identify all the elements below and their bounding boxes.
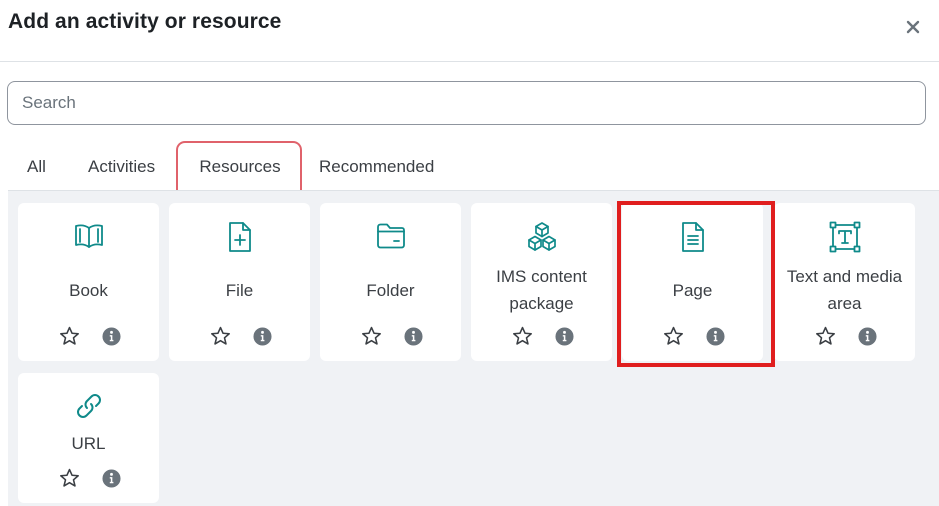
info-button[interactable]	[251, 325, 273, 347]
tab-recommended[interactable]: Recommended	[319, 140, 434, 190]
resource-card-ims-content-package[interactable]: IMS content package	[471, 203, 612, 361]
tab-all[interactable]: All	[27, 140, 46, 190]
star-outline-icon	[512, 326, 532, 345]
star-outline-icon	[210, 326, 230, 345]
resource-name: Page	[672, 280, 713, 300]
resource-name: File	[225, 280, 254, 300]
resource-name: URL	[71, 433, 106, 453]
resource-card-page[interactable]: Page	[622, 203, 763, 361]
info-button[interactable]	[553, 325, 575, 347]
star-button[interactable]	[58, 467, 80, 489]
link-icon	[18, 391, 159, 425]
star-outline-icon	[663, 326, 683, 345]
info-icon	[403, 326, 423, 346]
info-button[interactable]	[100, 325, 122, 347]
star-button[interactable]	[58, 325, 80, 347]
book-icon	[18, 221, 159, 255]
info-icon	[857, 326, 877, 346]
close-icon	[906, 20, 920, 34]
star-outline-icon	[815, 326, 835, 345]
info-icon	[705, 326, 725, 346]
file-plus-icon	[169, 221, 310, 255]
info-button[interactable]	[856, 325, 878, 347]
modal-title: Add an activity or resource	[8, 10, 282, 33]
info-button[interactable]	[100, 467, 122, 489]
star-button[interactable]	[209, 325, 231, 347]
tab-resources[interactable]: Resources	[178, 140, 302, 190]
star-button[interactable]	[360, 325, 382, 347]
search-input[interactable]	[7, 81, 926, 125]
info-button[interactable]	[704, 325, 726, 347]
info-icon	[252, 326, 272, 346]
info-icon	[101, 326, 121, 346]
star-button[interactable]	[662, 325, 684, 347]
info-button[interactable]	[402, 325, 424, 347]
resource-name: Folder	[366, 280, 415, 300]
resource-name: Text and media area	[786, 267, 903, 313]
star-button[interactable]	[814, 325, 836, 347]
resource-grid-panel: Book File Folder IMS content package Pag…	[8, 190, 939, 506]
close-button[interactable]	[900, 14, 926, 40]
resource-card-book[interactable]: Book	[18, 203, 159, 361]
resource-name: IMS content package	[496, 267, 587, 313]
resource-card-url[interactable]: URL	[18, 373, 159, 503]
folder-icon	[320, 221, 461, 255]
star-outline-icon	[59, 468, 79, 487]
tab-activities[interactable]: Activities	[88, 140, 155, 190]
resource-card-file[interactable]: File	[169, 203, 310, 361]
modal-header: Add an activity or resource	[0, 0, 939, 62]
cubes-icon	[471, 221, 612, 255]
resource-card-text-and-media-area[interactable]: Text and media area	[774, 203, 915, 361]
page-icon	[622, 221, 763, 255]
text-frame-icon	[774, 221, 915, 255]
star-outline-icon	[59, 326, 79, 345]
resource-name: Book	[69, 280, 108, 300]
star-button[interactable]	[511, 325, 533, 347]
info-icon	[101, 468, 121, 488]
star-outline-icon	[361, 326, 381, 345]
info-icon	[554, 326, 574, 346]
resource-card-folder[interactable]: Folder	[320, 203, 461, 361]
